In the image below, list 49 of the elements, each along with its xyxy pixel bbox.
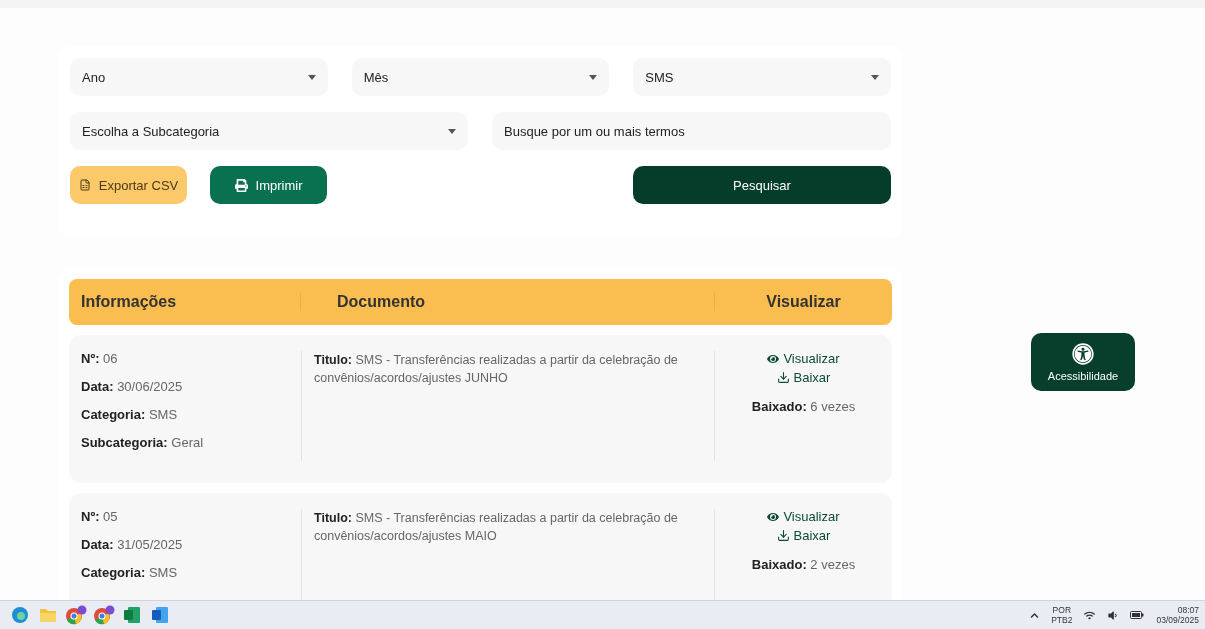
printer-icon	[234, 178, 248, 192]
print-button[interactable]: Imprimir	[210, 166, 327, 204]
search-button[interactable]: Pesquisar	[633, 166, 891, 204]
download-icon	[776, 371, 790, 384]
caret-icon	[448, 128, 456, 134]
browser-icon[interactable]	[93, 605, 115, 625]
wifi-icon[interactable]	[1084, 609, 1096, 621]
spreadsheet-icon	[78, 179, 91, 191]
info-field: Subcategoria: Geral	[81, 435, 289, 450]
info-field: Nº: 05	[81, 509, 289, 524]
battery-icon[interactable]	[1130, 611, 1145, 619]
dropdown[interactable]: SMS	[633, 58, 891, 96]
spreadsheet-icon[interactable]	[123, 606, 141, 624]
speaker-icon[interactable]	[1107, 609, 1119, 621]
info-field: Data: 31/05/2025	[81, 537, 289, 552]
browser-icon[interactable]	[65, 605, 87, 625]
accessibility-button[interactable]: Acessibilidade	[1031, 333, 1135, 391]
info-field: Categoria: SMS	[81, 565, 289, 580]
export-button[interactable]: Exportar CSV	[70, 166, 187, 204]
download-count: Baixado: 6 vezes	[751, 399, 856, 414]
document-icon[interactable]	[151, 606, 169, 624]
language-indicator[interactable]: POR PTB2	[1051, 605, 1073, 625]
dropdown[interactable]: Ano	[70, 58, 328, 96]
eye-icon	[767, 352, 780, 365]
view-link[interactable]: Visualizar	[767, 351, 840, 366]
chevron-up-icon[interactable]	[1030, 610, 1040, 620]
download-link[interactable]: Baixar	[776, 370, 831, 385]
browser-icon[interactable]	[11, 606, 29, 624]
eye-icon	[767, 510, 780, 523]
column-header: Visualizar	[765, 293, 842, 311]
view-link[interactable]: Visualizar	[767, 509, 840, 524]
dropdown[interactable]: Mês	[351, 58, 610, 96]
download-count: Baixado: 2 vezes	[751, 557, 856, 572]
info-field: Categoria: SMS	[81, 407, 289, 422]
search-field[interactable]: Busque por um ou mais termos	[492, 112, 891, 150]
download-link[interactable]: Baixar	[776, 528, 831, 543]
download-icon	[776, 529, 790, 542]
caret-icon	[307, 74, 316, 80]
column-header: Informações	[80, 293, 178, 311]
accessibility-icon	[1072, 342, 1094, 365]
info-field: Nº: 06	[81, 351, 289, 366]
caret-icon	[871, 74, 879, 80]
document-title: Titulo: SMS - Transferências realizadas a partir da celebração de convênios/acordos/ajustes JUNHO	[314, 352, 679, 387]
caret-icon	[589, 74, 598, 80]
dropdown[interactable]: Escolha a Subcategoria	[70, 112, 468, 150]
document-title: Titulo: SMS - Transferências realizadas a partir da celebração de convênios/acordos/ajustes MAIO	[314, 510, 679, 545]
info-field: Data: 30/06/2025	[81, 379, 289, 394]
clock[interactable]: 08:07 03/09/2025	[1156, 605, 1199, 625]
column-header: Documento	[336, 293, 426, 311]
